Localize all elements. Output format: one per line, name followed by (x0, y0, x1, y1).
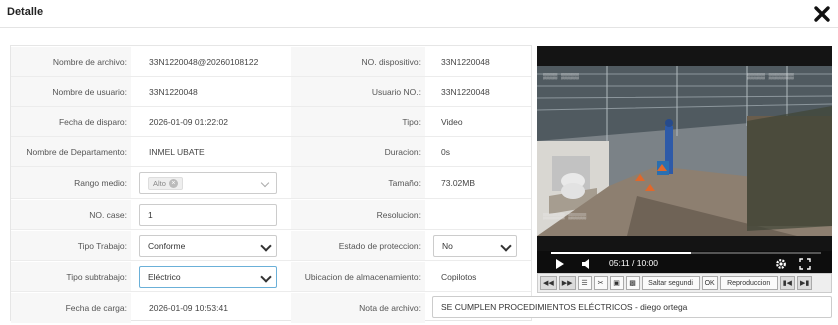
value-fecha-carga: 2026-01-09 10:53:41 (149, 303, 228, 313)
label-tipo-trabajo: Tipo Trabajo: (11, 231, 131, 260)
value-no-dispositivo: 33N1220048 (441, 56, 490, 67)
tipo-trabajo-select[interactable]: Conforme (139, 235, 277, 257)
value-nombre-archivo: 33N1220048@20260108122 (149, 56, 259, 67)
label-ubicacion: Ubicacion de almacenamiento: (291, 262, 425, 291)
detail-row: Nombre de Departamento: INMEL UBATE Dura… (11, 137, 531, 167)
label-tamano: Tamaño: (291, 167, 425, 198)
label-nombre-usuario: Nombre de usuario: (11, 77, 131, 106)
label-fecha-disparo: Fecha de disparo: (11, 107, 131, 136)
label-nombre-archivo: Nombre de archivo: (11, 47, 131, 76)
value-duracion: 0s (441, 146, 450, 157)
time-display: 05:11 / 10:00 (609, 258, 658, 268)
playback-toolbar: ◀◀ ▶▶ ☰ ✂ ▣ ▩ Saltar segundi OK Reproduc… (537, 273, 832, 293)
rango-tag: Alto × (148, 176, 183, 190)
details-panel: Nombre de archivo: 33N1220048@2026010812… (10, 45, 532, 323)
value-fecha-disparo: 2026-01-09 01:22:02 (149, 116, 228, 127)
skip-seconds-input[interactable]: Saltar segundi (641, 276, 700, 290)
progress-bar[interactable] (551, 252, 821, 254)
close-icon[interactable] (813, 5, 831, 23)
fast-forward-icon[interactable]: ▶▶ (558, 276, 576, 290)
estado-proteccion-select[interactable]: No (433, 235, 517, 257)
video-frame[interactable]: ▒▒▒▒ ▒▒▒▒▒ ▒▒▒▒▒ ▒▒▒▒▒▒▒ ▒▒▒▒▒▒ ▒▒▒▒▒ (537, 46, 832, 251)
label-rango-medio: Rango medio: (11, 167, 131, 198)
label-usuario-no: Usuario NO.: (291, 77, 425, 106)
value-ubicacion: Copilotos (441, 271, 477, 282)
detail-row: Tipo Trabajo: Conforme Estado de protecc… (11, 231, 531, 261)
value-nombre-usuario: 33N1220048 (149, 86, 198, 97)
video-scene: ▒▒▒▒ ▒▒▒▒▒ ▒▒▒▒▒ ▒▒▒▒▒▒▒ ▒▒▒▒▒▒ ▒▒▒▒▒ (537, 46, 832, 251)
video-controls: 05:11 / 10:00 (537, 251, 832, 273)
detail-row: Tipo subtrabajo: Eléctrico Ubicacion de … (11, 262, 531, 292)
dialog-title: Detalle (7, 6, 44, 18)
list-icon[interactable]: ☰ (577, 276, 592, 290)
value-resolucion (431, 200, 531, 229)
svg-text:▒▒▒▒▒▒ ▒▒▒▒▒: ▒▒▒▒▒▒ ▒▒▒▒▒ (543, 213, 587, 220)
remove-tag-icon[interactable]: × (168, 178, 178, 188)
value-usuario-no: 33N1220048 (441, 86, 490, 97)
dialog-header: Detalle (0, 0, 838, 28)
label-fecha-carga: Fecha de carga: (11, 293, 131, 323)
skip-to-end-icon[interactable]: ▶▮ (796, 276, 813, 290)
detail-row: NO. case: 1 Resolucion: (11, 200, 531, 230)
label-nota-archivo: Nota de archivo: (291, 293, 425, 323)
detail-row: Rango medio: Alto × Tamaño: 73.02MB (11, 167, 531, 199)
cut-icon[interactable]: ✂ (593, 276, 608, 290)
label-no-dispositivo: NO. dispositivo: (291, 47, 425, 76)
label-no-case: NO. case: (11, 200, 131, 229)
detail-row: Fecha de disparo: 2026-01-09 01:22:02 Ti… (11, 107, 531, 137)
detail-row: Nombre de archivo: 33N1220048@2026010812… (11, 47, 531, 77)
no-case-input[interactable]: 1 (139, 204, 277, 226)
value-tipo: Video (441, 116, 463, 127)
detail-row: Nombre de usuario: 33N1220048 Usuario NO… (11, 77, 531, 107)
label-resolucion: Resolucion: (291, 200, 425, 229)
fullscreen-icon[interactable] (799, 258, 811, 270)
tipo-subtrabajo-select[interactable]: Eléctrico (139, 266, 277, 288)
nota-archivo-input[interactable]: SE CUMPLEN PROCEDIMIENTOS ELÉCTRICOS - d… (432, 296, 832, 318)
volume-icon[interactable] (581, 258, 593, 270)
svg-text:▒▒▒▒ ▒▒▒▒▒: ▒▒▒▒ ▒▒▒▒▒ (543, 73, 579, 80)
label-estado-proteccion: Estado de proteccion: (291, 231, 425, 260)
label-duracion: Duracion: (291, 137, 425, 166)
playback-speed-select[interactable]: Reproduccion (719, 276, 778, 290)
label-nombre-departamento: Nombre de Departamento: (11, 137, 131, 166)
value-nombre-departamento: INMEL UBATE (149, 146, 205, 157)
settings-gear-icon[interactable] (775, 258, 787, 270)
value-tamano: 73.02MB (441, 177, 476, 188)
skip-to-start-icon[interactable]: ▮◀ (779, 276, 795, 290)
label-tipo-subtrabajo: Tipo subtrabajo: (11, 262, 131, 291)
label-tipo: Tipo: (291, 107, 425, 136)
rewind-icon[interactable]: ◀◀ (540, 276, 557, 290)
frame-back-icon[interactable]: ▣ (609, 276, 624, 290)
play-icon[interactable] (555, 258, 565, 270)
rango-tag-label: Alto (153, 178, 166, 188)
svg-text:▒▒▒▒▒ ▒▒▒▒▒▒▒: ▒▒▒▒▒ ▒▒▒▒▒▒▒ (747, 73, 794, 80)
frame-forward-icon[interactable]: ▩ (625, 276, 640, 290)
ok-button[interactable]: OK (701, 276, 718, 290)
progress-fill (551, 252, 692, 254)
rango-medio-select[interactable]: Alto × (139, 172, 277, 194)
